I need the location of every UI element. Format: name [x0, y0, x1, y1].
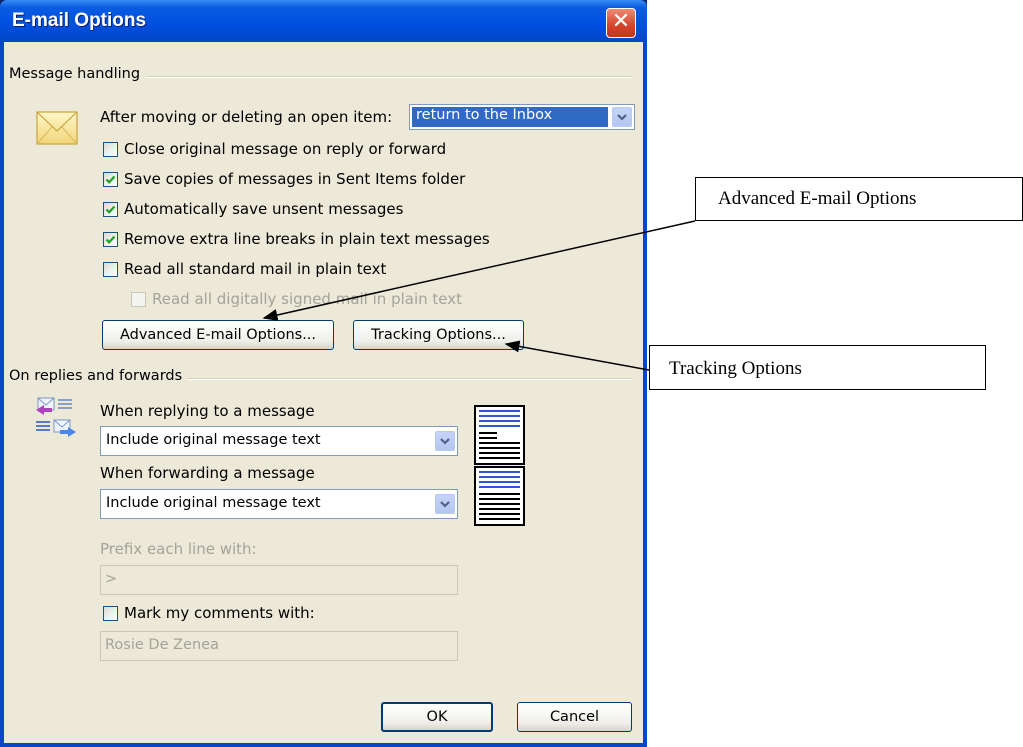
advanced-callout-arrow — [262, 220, 696, 321]
tracking-callout-arrow — [504, 340, 650, 371]
callout-arrows — [262, 220, 696, 371]
